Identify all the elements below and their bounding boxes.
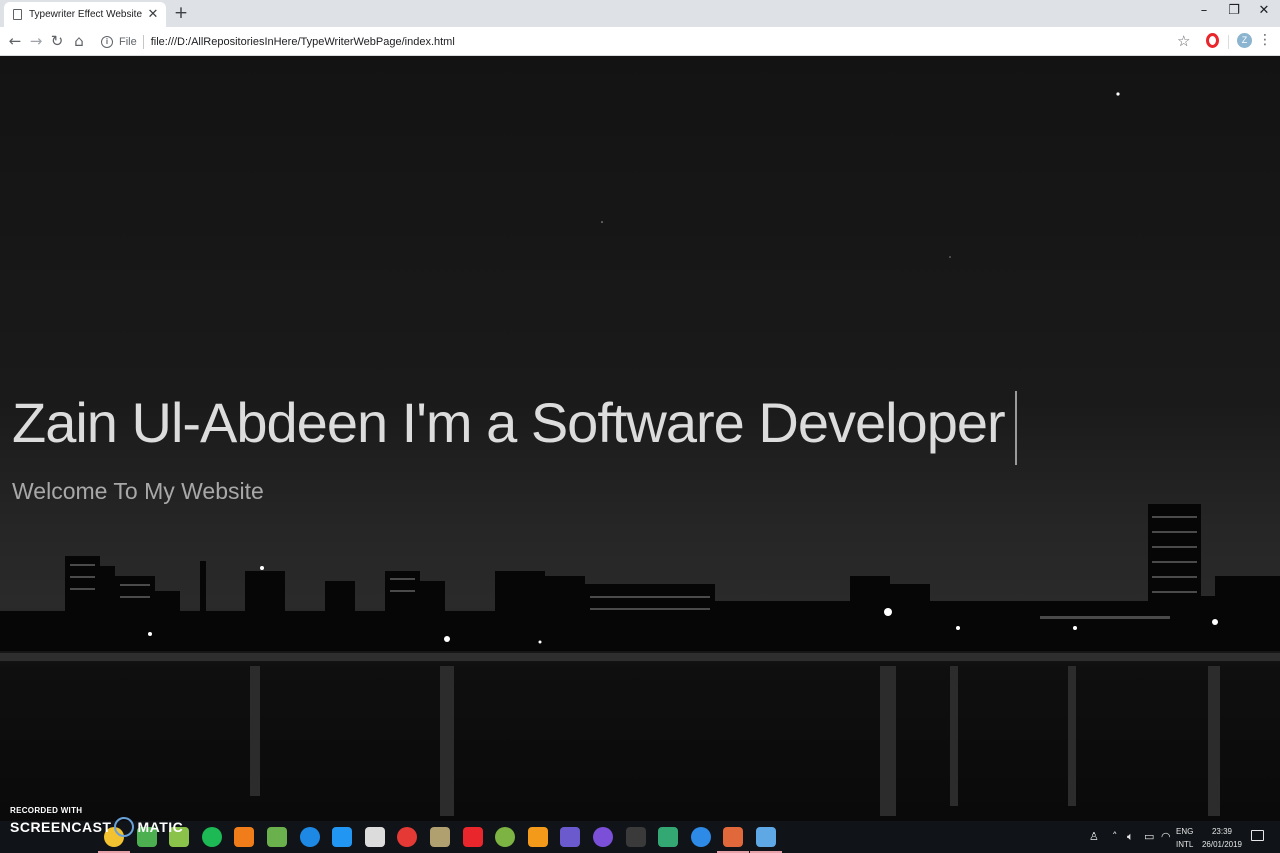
clock-time: 23:39	[1211, 827, 1233, 836]
profile-avatar[interactable]: Z	[1237, 33, 1252, 48]
clock-date: 26/01/2019	[1201, 840, 1243, 849]
sublime-icon[interactable]	[528, 827, 548, 847]
welcome-subtitle: Welcome To My Website	[12, 478, 264, 504]
restore-button[interactable]: ❐	[1221, 3, 1247, 18]
screencast-watermark: RECORDED WITH SCREENCAST MATIC	[10, 806, 183, 837]
tab-title: Typewriter Effect Website	[29, 9, 143, 20]
volume-icon[interactable]: 🔈︎	[1127, 830, 1134, 844]
brackets-icon[interactable]	[717, 827, 749, 853]
info-icon[interactable]: i	[101, 35, 113, 48]
watermark-caption: RECORDED WITH	[10, 806, 83, 815]
opera-extension-icon[interactable]	[1206, 33, 1219, 48]
tab-strip: Typewriter Effect Website ✕ + – ❐ ✕	[0, 0, 1280, 27]
notification-icon[interactable]	[1251, 830, 1264, 841]
browser-toolbar: ← → ↻ ⌂ i File file:///D:/AllRepositorie…	[0, 27, 1280, 56]
watermark-text-left: SCREENCAST	[10, 819, 112, 835]
divider	[142, 34, 144, 49]
watermark-text-right: MATIC	[137, 819, 184, 835]
reload-button[interactable]: ↻	[48, 32, 66, 50]
recorder-icon[interactable]	[750, 827, 782, 853]
people-icon[interactable]: ♙	[1089, 830, 1099, 843]
url-text[interactable]: file:///D:/AllRepositoriesInHere/TypeWri…	[151, 36, 455, 48]
maps-icon[interactable]	[332, 827, 352, 847]
battery-icon[interactable]: ▭	[1144, 830, 1154, 843]
address-bar[interactable]: i File file:///D:/AllRepositoriesInHere/…	[96, 30, 1200, 53]
terminal-icon[interactable]	[626, 827, 646, 847]
app-icon[interactable]	[430, 827, 450, 847]
new-tab-button[interactable]: +	[172, 3, 190, 23]
windows-taskbar: ♙ ˄ 🔈︎ ▭ ◠ ENG INTL 23:39 26/01/2019	[0, 821, 1280, 853]
media-player-icon[interactable]	[300, 827, 320, 847]
scheme-label: File	[119, 35, 137, 48]
obs-icon[interactable]	[560, 827, 580, 847]
page-icon	[13, 9, 22, 20]
utorrent-icon[interactable]	[267, 827, 287, 847]
menu-icon[interactable]: ⋮	[1258, 32, 1272, 48]
blender-icon[interactable]	[234, 827, 254, 847]
watermark-logo: SCREENCAST MATIC	[10, 817, 183, 837]
forward-button[interactable]: →	[27, 32, 45, 50]
typewriter-heading: Zain Ul-Abdeen I'm a Software Developer	[12, 391, 1006, 454]
vscode-icon[interactable]	[691, 827, 711, 847]
minimize-button[interactable]: –	[1191, 3, 1217, 18]
wifi-icon[interactable]: ◠	[1161, 830, 1171, 843]
divider	[1228, 35, 1229, 49]
back-button[interactable]: ←	[6, 32, 24, 50]
chevron-up-icon[interactable]: ˄	[1112, 830, 1118, 843]
home-button[interactable]: ⌂	[70, 32, 88, 50]
typing-cursor	[1015, 391, 1017, 465]
spotify-icon[interactable]	[202, 827, 222, 847]
system-clock[interactable]: 23:39 26/01/2019	[1200, 825, 1244, 851]
opera-icon[interactable]	[463, 827, 483, 847]
close-window-button[interactable]: ✕	[1251, 3, 1277, 18]
intellij-icon[interactable]	[593, 827, 613, 847]
acrobat-icon[interactable]	[397, 827, 417, 847]
close-tab-icon[interactable]: ✕	[146, 7, 160, 22]
gitkraken-icon[interactable]	[658, 827, 678, 847]
android-studio-icon[interactable]	[495, 827, 515, 847]
language-indicator[interactable]: ENG INTL	[1176, 825, 1193, 851]
page-hero: Zain Ul-Abdeen I'm a Software Developer …	[0, 56, 1280, 821]
keyboard-layout: INTL	[1176, 840, 1194, 849]
bookmark-star-icon[interactable]: ☆	[1177, 32, 1190, 50]
screencast-logo-icon	[114, 817, 135, 837]
unity-icon[interactable]	[365, 827, 385, 847]
browser-tab[interactable]: Typewriter Effect Website ✕	[4, 2, 166, 27]
language-code: ENG	[1176, 827, 1194, 836]
